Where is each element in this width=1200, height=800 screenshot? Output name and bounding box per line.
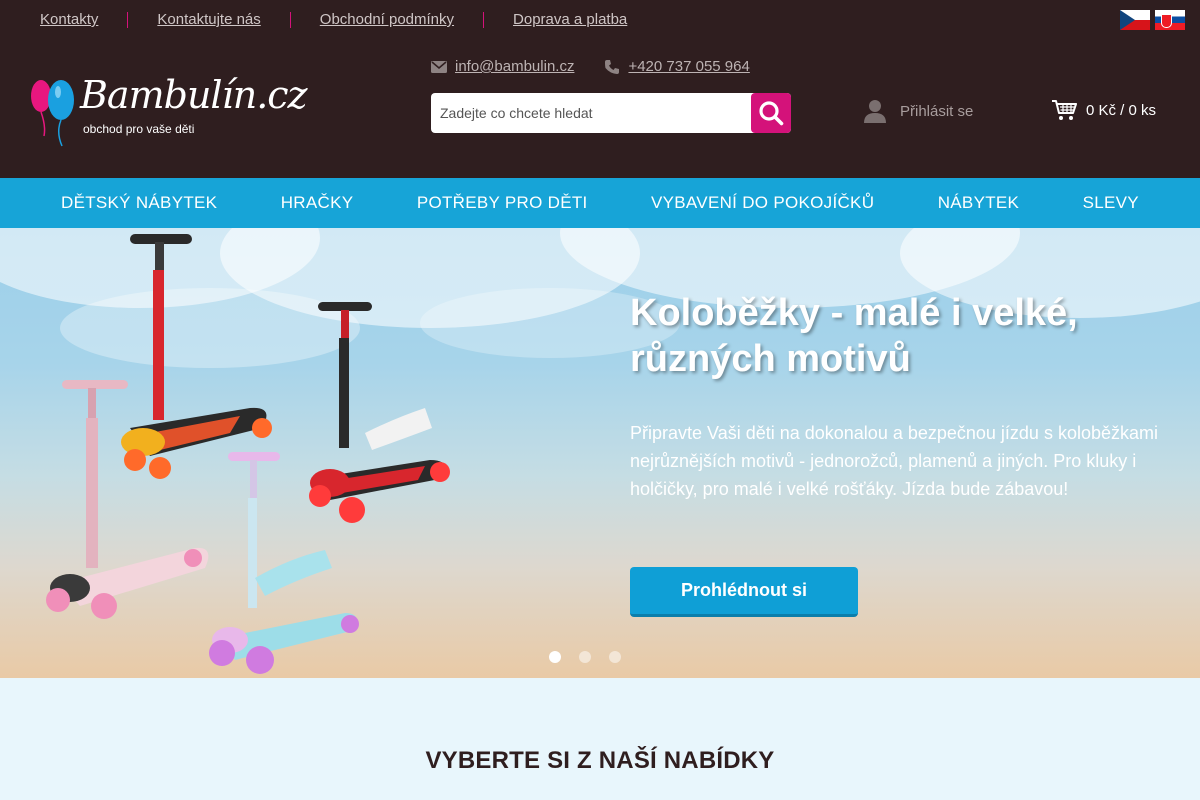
offer-section: VYBERTE SI Z NAŠÍ NABÍDKY <box>0 678 1200 800</box>
nav-item-detsky-nabytek[interactable]: DĚTSKÝ NÁBYTEK <box>61 193 217 213</box>
nav-item-potreby-pro-deti[interactable]: POTŘEBY PRO DĚTI <box>417 193 588 213</box>
search-icon <box>759 101 784 126</box>
slider-dot-3[interactable] <box>609 651 621 663</box>
top-link-kontaktujte-nas[interactable]: Kontaktujte nás <box>157 11 260 28</box>
hero-banner: Koloběžky - malé i velké, různých motivů… <box>0 228 1200 678</box>
email-link[interactable]: info@bambulin.cz <box>455 58 574 75</box>
browse-button[interactable]: Prohlédnout si <box>630 567 858 617</box>
balloons-icon <box>31 80 74 147</box>
search-box <box>431 93 791 133</box>
hero-description: Připravte Vaši děti na dokonalou a bezpe… <box>630 423 1158 499</box>
site-logo[interactable]: Bambulín.cz obchod pro vaše děti <box>28 71 308 147</box>
logo-text: Bambulín.cz <box>80 73 308 117</box>
language-switcher <box>1120 10 1185 30</box>
top-link-obchodni-podminky[interactable]: Obchodní podmínky <box>320 11 454 28</box>
phone-contact: +420 737 055 964 <box>604 58 750 75</box>
cart-button[interactable]: 0 Kč / 0 ks <box>1052 99 1156 121</box>
scooters-image <box>46 234 450 674</box>
nav-item-nabytek[interactable]: NÁBYTEK <box>938 193 1019 213</box>
hero-title: Koloběžky - malé i velké, různých motivů <box>630 292 1078 380</box>
top-links: Kontakty Kontaktujte nás Obchodní podmín… <box>40 11 627 28</box>
sk-flag-icon[interactable] <box>1155 10 1185 30</box>
site-header: Bambulín.cz obchod pro vaše děti info@ba… <box>0 41 1200 178</box>
login-label: Přihlásit se <box>900 102 974 120</box>
top-link-kontakty[interactable]: Kontakty <box>40 11 98 28</box>
slider-dot-2[interactable] <box>579 651 591 663</box>
login-button[interactable]: Přihlásit se <box>864 99 973 123</box>
phone-link[interactable]: +420 737 055 964 <box>628 58 749 75</box>
separator <box>289 11 291 28</box>
top-bar: Kontakty Kontaktujte nás Obchodní podmín… <box>0 0 1200 41</box>
separator <box>483 11 485 28</box>
phone-icon <box>605 59 620 74</box>
cart-icon <box>1052 100 1077 120</box>
red-flame-scooter <box>121 234 272 479</box>
slider-dots <box>549 651 621 663</box>
email-contact: info@bambulin.cz <box>431 58 574 75</box>
pink-scooter <box>46 380 209 619</box>
cart-summary: 0 Kč / 0 ks <box>1086 101 1157 119</box>
search-input[interactable] <box>431 93 751 133</box>
red-white-scooter <box>309 302 450 523</box>
header-contacts: info@bambulin.cz +420 737 055 964 <box>431 58 750 75</box>
slider-dot-1[interactable] <box>549 651 561 663</box>
nav-item-vybaveni-do-pokojicku[interactable]: VYBAVENÍ DO POKOJÍČKŮ <box>651 193 874 213</box>
top-link-doprava-a-platba[interactable]: Doprava a platba <box>513 11 627 28</box>
search-button[interactable] <box>751 93 791 133</box>
nav-item-hracky[interactable]: HRAČKY <box>281 193 354 213</box>
nav-item-slevy[interactable]: SLEVY <box>1083 193 1139 213</box>
envelope-icon <box>431 60 447 73</box>
user-icon <box>864 100 886 123</box>
main-navigation: DĚTSKÝ NÁBYTEK HRAČKY POTŘEBY PRO DĚTI V… <box>0 178 1200 228</box>
cz-flag-icon[interactable] <box>1120 10 1150 30</box>
offer-heading: VYBERTE SI Z NAŠÍ NABÍDKY <box>425 747 775 774</box>
separator <box>127 11 129 28</box>
logo-tagline: obchod pro vaše děti <box>83 122 195 136</box>
